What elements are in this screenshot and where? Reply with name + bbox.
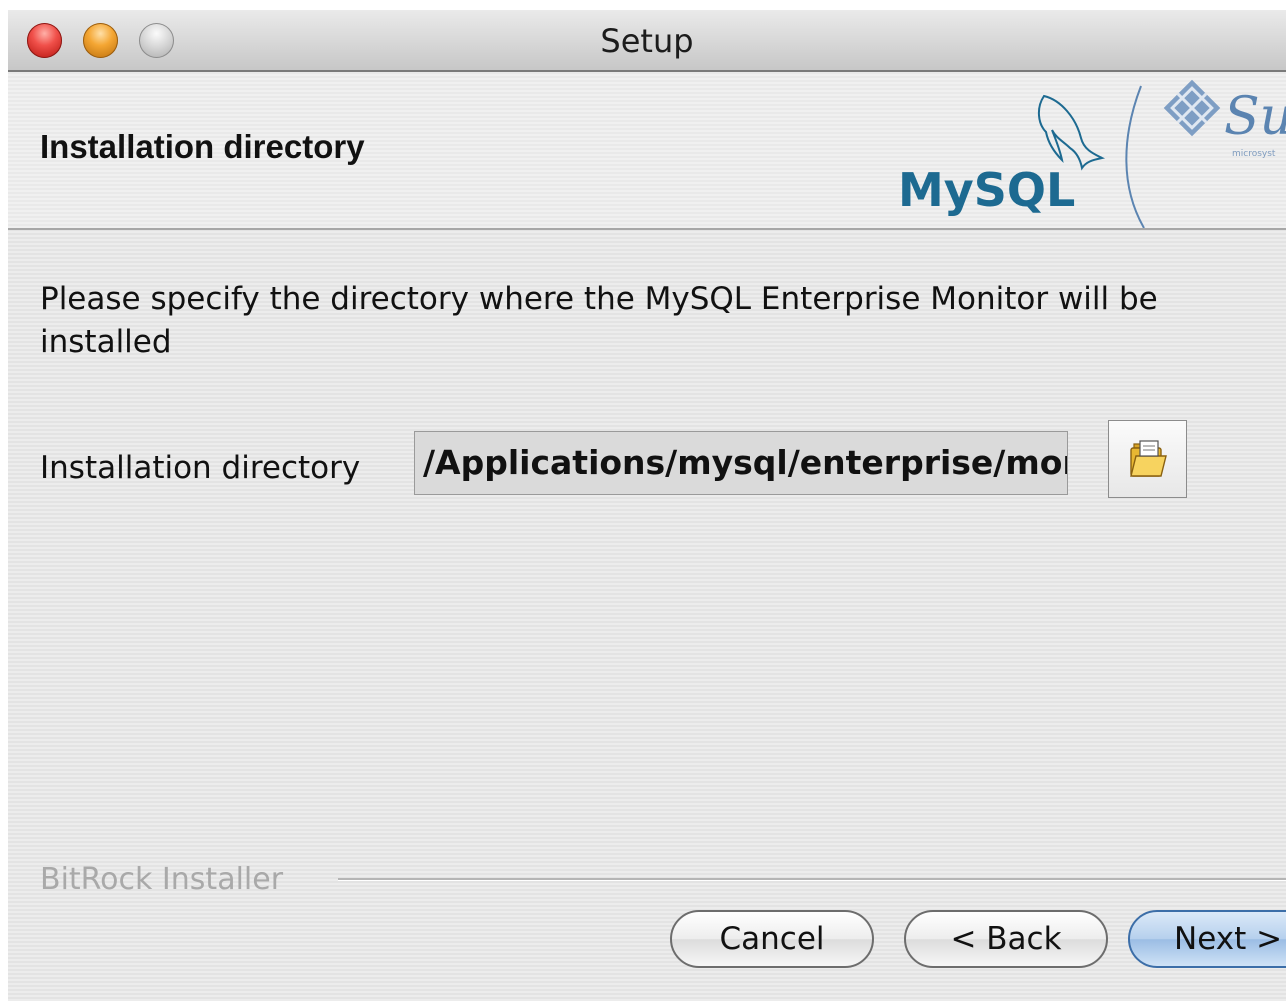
- dolphin-icon: [1038, 94, 1106, 171]
- vendor-logos: MySQL Su microsyst: [876, 78, 1286, 229]
- setup-window: Setup Installation directory MySQL Su mi…: [8, 10, 1286, 1001]
- installer-brand-label: BitRock Installer: [40, 862, 284, 897]
- page-title: Installation directory: [40, 128, 365, 165]
- header-panel: Installation directory MySQL Su microsys…: [8, 72, 1286, 230]
- installation-directory-label: Installation directory: [40, 450, 361, 486]
- window-title: Setup: [600, 22, 694, 60]
- open-folder-icon: [1130, 440, 1167, 477]
- mysql-wordmark-my: MySQL: [898, 163, 1075, 217]
- back-button[interactable]: < Back: [904, 910, 1108, 968]
- sun-subtitle: microsyst: [1232, 149, 1276, 159]
- sun-logo-mark-icon: [1163, 79, 1221, 137]
- sun-wordmark: Su: [1224, 87, 1286, 147]
- footer-separator: [338, 878, 1286, 881]
- title-bar: Setup: [8, 10, 1286, 72]
- browse-folder-button[interactable]: [1108, 420, 1187, 498]
- mysql-sun-logo: MySQL Su microsyst: [898, 79, 1286, 229]
- installation-directory-input[interactable]: /Applications/mysql/enterprise/monit: [414, 431, 1068, 495]
- next-button[interactable]: Next >: [1128, 910, 1286, 968]
- cancel-button[interactable]: Cancel: [670, 910, 874, 968]
- instructions-text: Please specify the directory where the M…: [40, 281, 1158, 360]
